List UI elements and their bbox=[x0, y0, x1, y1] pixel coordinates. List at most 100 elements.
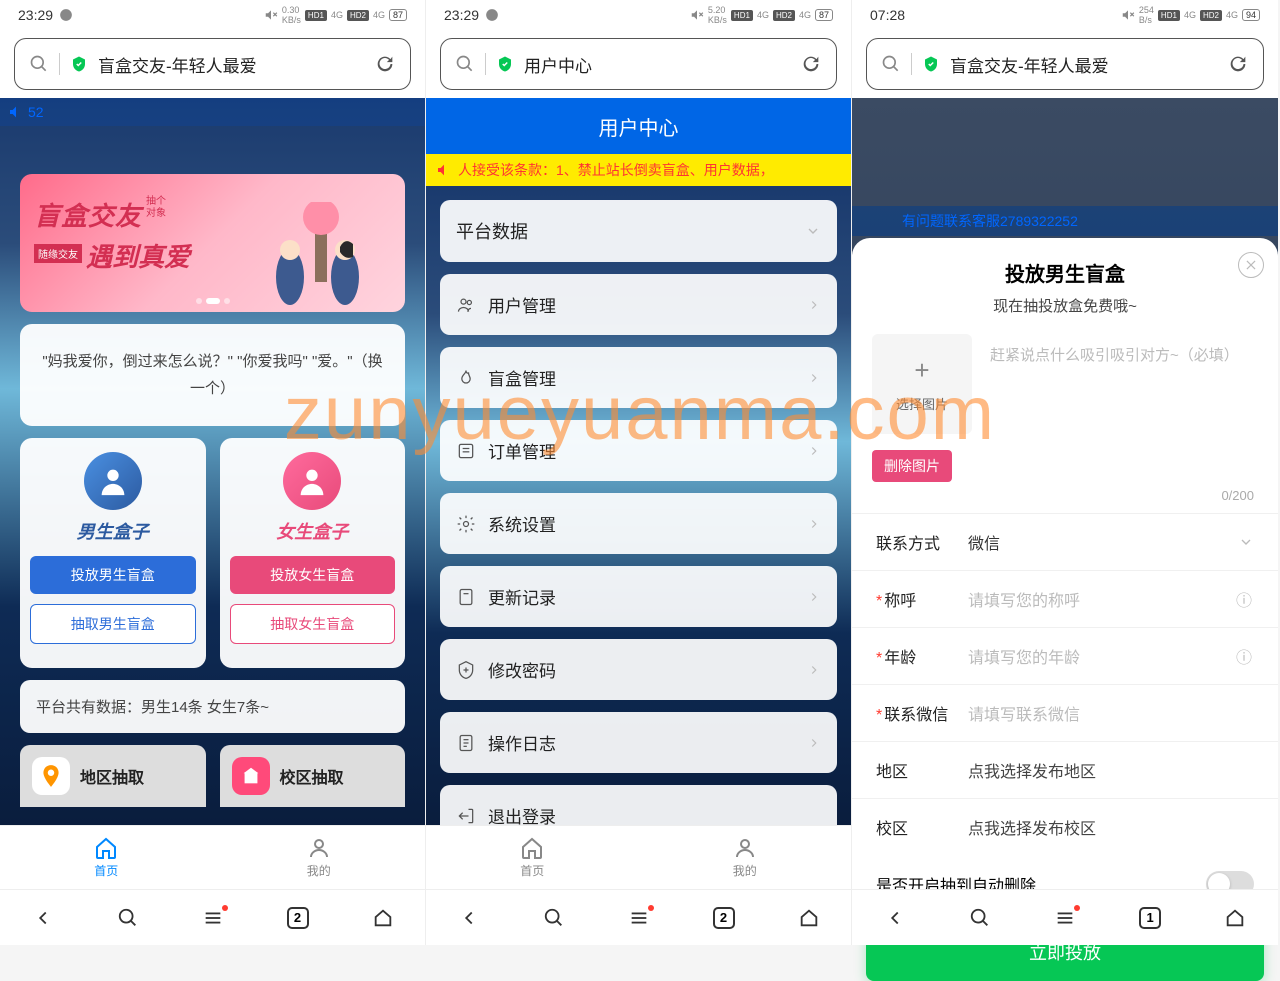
shield-plus-icon bbox=[456, 660, 476, 680]
item-system-settings[interactable]: 系统设置 bbox=[440, 493, 837, 554]
bottom-tab: 首页 我的 bbox=[426, 825, 851, 889]
home-icon bbox=[94, 836, 118, 860]
banner[interactable]: 盲盒交友抽个对象 随缘交友遇到真爱 bbox=[20, 174, 405, 312]
status-bar: 23:29 0.30KB/s HD1 4G HD2 4G 87 bbox=[0, 0, 425, 30]
bottom-tab: 首页 我的 bbox=[0, 825, 425, 889]
search-nav-icon[interactable] bbox=[969, 907, 991, 929]
tabs-count-icon[interactable]: 2 bbox=[713, 907, 735, 929]
speaker-icon bbox=[8, 104, 24, 120]
flame-icon bbox=[456, 368, 476, 388]
refresh-icon[interactable] bbox=[374, 53, 396, 75]
tab-home[interactable]: 首页 bbox=[426, 826, 639, 889]
gear-icon bbox=[456, 514, 476, 534]
modal-subtitle: 现在抽投放盒免费哦~ bbox=[852, 295, 1278, 316]
clock: 07:28 bbox=[870, 7, 905, 23]
back-icon[interactable] bbox=[884, 907, 906, 929]
menu-nav-icon[interactable] bbox=[1054, 907, 1076, 929]
document-icon bbox=[456, 733, 476, 753]
upload-image[interactable]: + 选择图片 bbox=[872, 334, 972, 434]
url-text: 盲盒交友-年轻人最爱 bbox=[98, 52, 364, 77]
field-region[interactable]: 地区 点我选择发布地区 bbox=[852, 741, 1278, 798]
chevron-right-icon bbox=[807, 590, 821, 604]
shield-icon bbox=[922, 55, 940, 73]
home-nav-icon[interactable] bbox=[372, 907, 394, 929]
status-bar: 23:29 5.20KB/s HD1 4G HD2 4G 87 bbox=[426, 0, 851, 30]
menu-nav-icon[interactable] bbox=[628, 907, 650, 929]
campus-extract-card[interactable]: 校区抽取 bbox=[220, 745, 406, 807]
female-box-card: 女生盒子 投放女生盲盒 抽取女生盲盒 bbox=[220, 438, 406, 668]
textarea-hint[interactable]: 赶紧说点什么吸引吸引对方~（必填） bbox=[990, 334, 1258, 368]
home-nav-icon[interactable] bbox=[798, 907, 820, 929]
female-avatar-icon bbox=[283, 452, 341, 510]
item-update-log[interactable]: 更新记录 bbox=[440, 566, 837, 627]
put-female-button[interactable]: 投放女生盲盒 bbox=[230, 556, 396, 594]
url-bar[interactable]: 盲盒交友-年轻人最爱 bbox=[14, 38, 411, 90]
chevron-right-icon bbox=[807, 736, 821, 750]
submit-modal: 投放男生盲盒 现在抽投放盒免费哦~ + 选择图片 赶紧说点什么吸引吸引对方~（必… bbox=[852, 238, 1278, 889]
tabs-count-icon[interactable]: 2 bbox=[287, 907, 309, 929]
search-nav-icon[interactable] bbox=[117, 907, 139, 929]
quote-card[interactable]: "妈我爱你，倒过来怎么说？" "你爱我吗" "爱。"（换一个） bbox=[20, 324, 405, 426]
male-box-card: 男生盒子 投放男生盲盒 抽取男生盲盒 bbox=[20, 438, 206, 668]
menu-nav-icon[interactable] bbox=[202, 907, 224, 929]
female-box-title: 女生盒子 bbox=[230, 518, 396, 544]
search-icon[interactable] bbox=[29, 54, 49, 74]
compass-icon bbox=[485, 8, 499, 22]
put-male-button[interactable]: 投放男生盲盒 bbox=[30, 556, 196, 594]
phone-screen-form: 07:28 254B/s HD1 4G HD2 4G 94 盲盒交友-年轻人最爱… bbox=[852, 0, 1278, 945]
chevron-right-icon bbox=[807, 371, 821, 385]
item-user-mgmt[interactable]: 用户管理 bbox=[440, 274, 837, 335]
field-name[interactable]: *称呼 请填写您的称呼 ⓘ bbox=[852, 570, 1278, 627]
notice-bar: 52 bbox=[0, 98, 425, 126]
search-nav-icon[interactable] bbox=[543, 907, 565, 929]
close-button[interactable] bbox=[1238, 252, 1264, 278]
bookmark-icon bbox=[456, 587, 476, 607]
mute-icon bbox=[690, 8, 704, 22]
close-icon bbox=[1244, 258, 1258, 272]
tab-mine[interactable]: 我的 bbox=[213, 826, 426, 889]
item-logout[interactable]: 退出登录 bbox=[440, 785, 837, 825]
shield-icon bbox=[70, 55, 88, 73]
field-contact[interactable]: 联系方式 微信 bbox=[852, 513, 1278, 570]
url-bar[interactable]: 用户中心 bbox=[440, 38, 837, 90]
item-box-mgmt[interactable]: 盲盒管理 bbox=[440, 347, 837, 408]
admin-header: 用户中心 bbox=[426, 98, 851, 154]
mute-icon bbox=[264, 8, 278, 22]
draw-male-button[interactable]: 抽取男生盲盒 bbox=[30, 604, 196, 644]
chevron-down-icon bbox=[1238, 534, 1254, 550]
tab-mine[interactable]: 我的 bbox=[639, 826, 852, 889]
home-nav-icon[interactable] bbox=[1224, 907, 1246, 929]
chevron-down-icon bbox=[805, 223, 821, 239]
home-content: 52 盲盒交友抽个对象 随缘交友遇到真爱 "妈我爱你，倒过来怎么说？" "你爱我… bbox=[0, 98, 425, 825]
url-text: 盲盒交友-年轻人最爱 bbox=[950, 52, 1217, 77]
field-age[interactable]: *年龄 请填写您的年龄 ⓘ bbox=[852, 627, 1278, 684]
field-campus[interactable]: 校区 点我选择发布校区 bbox=[852, 798, 1278, 855]
item-op-log[interactable]: 操作日志 bbox=[440, 712, 837, 773]
chevron-right-icon bbox=[807, 663, 821, 677]
refresh-icon[interactable] bbox=[1227, 53, 1249, 75]
back-icon[interactable] bbox=[32, 907, 54, 929]
search-icon[interactable] bbox=[455, 54, 475, 74]
delete-image-button[interactable]: 删除图片 bbox=[872, 450, 952, 482]
help-icon[interactable]: ⓘ bbox=[1234, 644, 1254, 668]
url-bar[interactable]: 盲盒交友-年轻人最爱 bbox=[866, 38, 1264, 90]
item-change-pwd[interactable]: 修改密码 bbox=[440, 639, 837, 700]
back-icon[interactable] bbox=[458, 907, 480, 929]
browser-nav: 2 bbox=[0, 889, 425, 945]
item-order-mgmt[interactable]: 订单管理 bbox=[440, 420, 837, 481]
help-icon[interactable]: ⓘ bbox=[1234, 587, 1254, 611]
url-text: 用户中心 bbox=[524, 52, 790, 77]
browser-nav: 2 bbox=[426, 889, 851, 945]
banner-dots bbox=[196, 298, 230, 304]
field-wx[interactable]: *联系微信 请填写联系微信 bbox=[852, 684, 1278, 741]
item-platform-data[interactable]: 平台数据 bbox=[440, 200, 837, 262]
clock: 23:29 bbox=[18, 7, 53, 23]
region-extract-card[interactable]: 地区抽取 bbox=[20, 745, 206, 807]
draw-female-button[interactable]: 抽取女生盲盒 bbox=[230, 604, 396, 644]
search-icon[interactable] bbox=[881, 54, 901, 74]
tabs-count-icon[interactable]: 1 bbox=[1139, 907, 1161, 929]
browser-nav: 1 bbox=[852, 889, 1278, 945]
tab-home[interactable]: 首页 bbox=[0, 826, 213, 889]
refresh-icon[interactable] bbox=[800, 53, 822, 75]
status-bar: 07:28 254B/s HD1 4G HD2 4G 94 bbox=[852, 0, 1278, 30]
